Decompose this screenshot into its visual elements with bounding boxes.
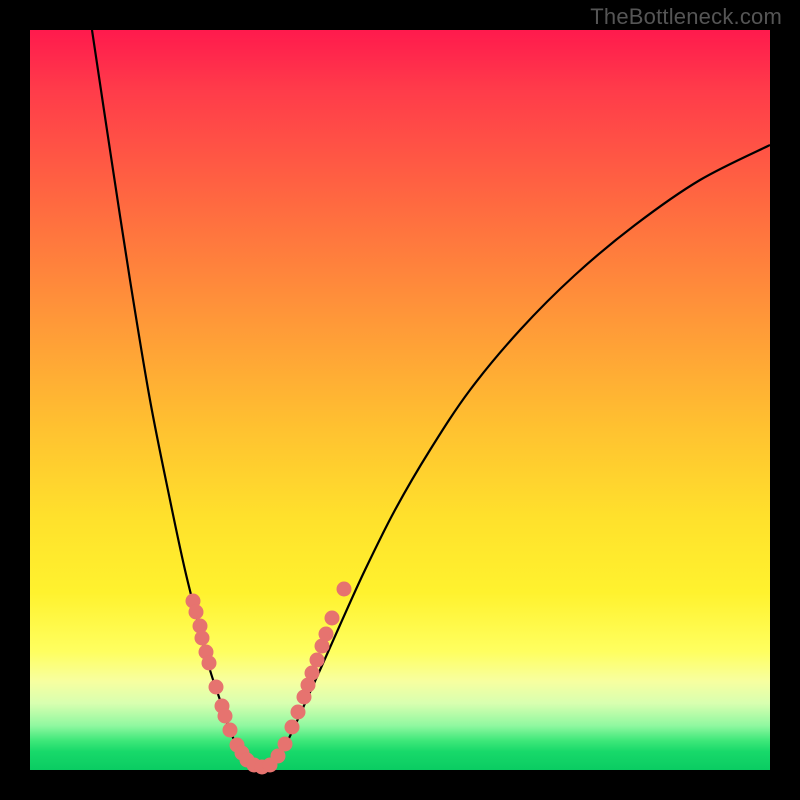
left-curve — [92, 30, 265, 768]
chart-point — [319, 627, 334, 642]
chart-point — [209, 680, 224, 695]
chart-point — [278, 737, 293, 752]
chart-point — [195, 631, 210, 646]
chart-point — [325, 611, 340, 626]
chart-point — [223, 723, 238, 738]
chart-point — [218, 709, 233, 724]
chart-svg — [30, 30, 770, 770]
chart-point — [305, 666, 320, 681]
chart-point — [337, 582, 352, 597]
chart-data-points — [186, 582, 352, 775]
chart-point — [310, 653, 325, 668]
chart-point — [202, 656, 217, 671]
right-curve — [265, 145, 770, 768]
chart-point — [285, 720, 300, 735]
chart-point — [291, 705, 306, 720]
chart-point — [189, 605, 204, 620]
watermark-text: TheBottleneck.com — [590, 4, 782, 30]
